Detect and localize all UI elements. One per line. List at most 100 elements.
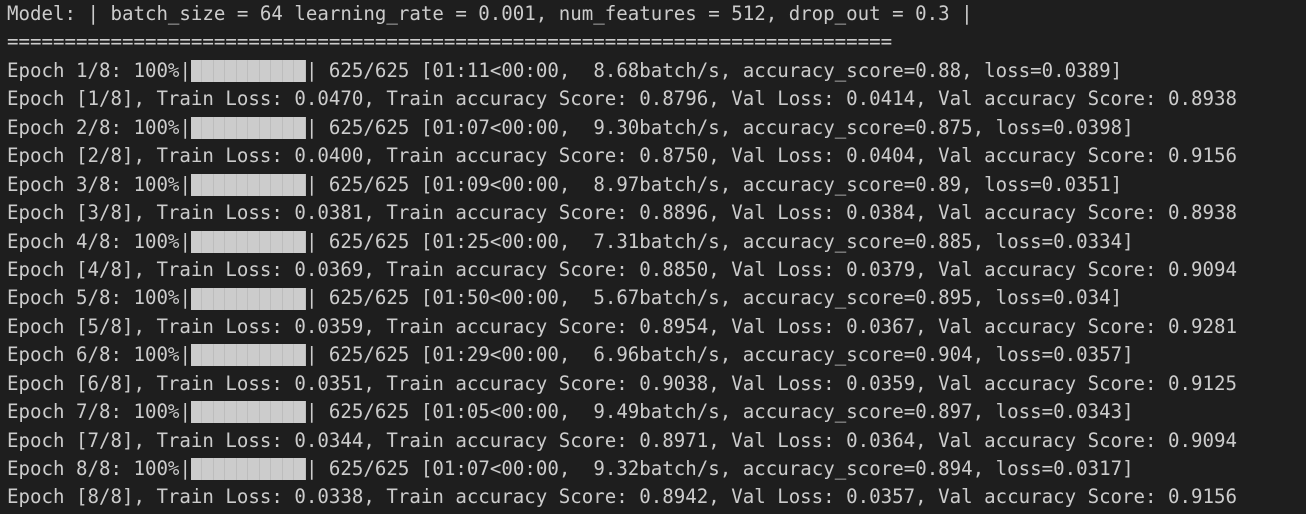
progress-bar [190, 116, 306, 139]
epoch-summary-text: Epoch [7/8], Train Loss: 0.0344, Train a… [7, 428, 1238, 452]
progress-bar-segment [259, 60, 272, 83]
progress-bar-segment [259, 458, 272, 481]
epoch-summary-line: Epoch [1/8], Train Loss: 0.0470, Train a… [7, 85, 1306, 113]
model-config-text: Model: | batch_size = 64 learning_rate =… [7, 2, 973, 25]
progress-bar-segment [259, 401, 272, 424]
progress-bar-segment [271, 287, 283, 310]
progress-bar-segment [225, 287, 237, 310]
progress-bar [190, 230, 306, 253]
epoch-progress-label: Epoch 1/8: 100% [7, 58, 180, 82]
epoch-summary-line: Epoch [8/8], Train Loss: 0.0338, Train a… [7, 483, 1306, 511]
progress-bar-segment [236, 173, 249, 196]
progress-bar-segment [294, 230, 306, 253]
epoch-progress-stats: | 625/625 [01:25<00:00, 7.31batch/s, acc… [305, 229, 1134, 253]
progress-bar-segment [225, 116, 237, 139]
progress-bar-segment [213, 344, 226, 367]
progress-bar-segment [248, 287, 260, 310]
progress-bar-segment [225, 458, 237, 481]
epoch-progress-label: Epoch 7/8: 100% [7, 400, 180, 424]
epoch-progress-stats: | 625/625 [01:09<00:00, 8.97batch/s, acc… [305, 172, 1123, 196]
progress-bar-segment [202, 230, 214, 253]
progress-bar-segment [248, 173, 260, 196]
progress-bar-segment [271, 173, 283, 196]
epoch-progress-line: Epoch 2/8: 100% | | 625/625 [01:07<00:00, … [7, 114, 1306, 142]
separator-text: ========================================… [7, 30, 893, 54]
epoch-progress-label: Epoch 3/8: 100% [7, 172, 180, 196]
epoch-progress-label: Epoch 5/8: 100% [7, 286, 180, 310]
epoch-summary-text: Epoch [6/8], Train Loss: 0.0351, Train a… [7, 371, 1238, 395]
progress-bar-segment [259, 230, 272, 253]
progress-bar-segment [202, 344, 214, 367]
epoch-summary-line: Epoch [7/8], Train Loss: 0.0344, Train a… [7, 427, 1306, 455]
progress-bar-segment [248, 230, 260, 253]
progress-bar [190, 458, 306, 481]
epoch-progress-label: Epoch 6/8: 100% [7, 343, 180, 367]
epoch-progress-stats: | 625/625 [01:50<00:00, 5.67batch/s, acc… [305, 286, 1123, 310]
epoch-progress-label: Epoch 2/8: 100% [7, 115, 180, 139]
progress-bar-segment [213, 173, 226, 196]
epoch-progress-line: Epoch 4/8: 100% | | 625/625 [01:25<00:00, … [7, 228, 1306, 256]
progress-bar-segment [248, 458, 260, 481]
progress-bar-segment [190, 60, 203, 83]
epoch-progress-stats: | 625/625 [01:07<00:00, 9.32batch/s, acc… [305, 457, 1134, 480]
progress-bar [190, 344, 306, 367]
progress-bar-segment [294, 173, 306, 196]
progress-bar-segment [259, 344, 272, 367]
progress-bar-segment [282, 230, 295, 253]
progress-bar-segment [259, 173, 272, 196]
epoch-progress-line: Epoch 8/8: 100% | | 625/625 [01:07<00:00, … [7, 455, 1306, 483]
progress-bar-segment [259, 116, 272, 139]
progress-bar-segment [225, 230, 237, 253]
progress-bar-segment [213, 401, 226, 424]
progress-bar-segment [202, 401, 214, 424]
progress-bar-segment [236, 116, 249, 139]
separator-line: ========================================… [7, 28, 1306, 56]
progress-bar-segment [248, 344, 260, 367]
progress-bar-segment [213, 458, 226, 481]
epoch-progress-line: Epoch 1/8: 100% | | 625/625 [01:11<00:00, … [7, 57, 1306, 85]
progress-bar-segment [225, 60, 237, 83]
progress-bar-segment [202, 458, 214, 481]
progress-bar-segment [282, 287, 295, 310]
progress-bar-segment [190, 173, 203, 196]
progress-bar [190, 401, 306, 424]
epoch-progress-line: Epoch 6/8: 100% | | 625/625 [01:29<00:00, … [7, 341, 1306, 369]
progress-bar-segment [271, 230, 283, 253]
progress-bar-segment [202, 60, 214, 83]
terminal-output: Model: | batch_size = 64 learning_rate =… [0, 0, 1306, 512]
progress-bar-segment [190, 287, 203, 310]
epoch-summary-text: Epoch [1/8], Train Loss: 0.0470, Train a… [7, 87, 1238, 111]
progress-bar-segment [190, 116, 203, 139]
progress-bar-segment [236, 344, 249, 367]
progress-bar [190, 60, 306, 83]
progress-bar [190, 287, 306, 310]
progress-bar-segment [282, 60, 295, 83]
epoch-summary-text: Epoch [4/8], Train Loss: 0.0369, Train a… [7, 257, 1238, 281]
epoch-summary-line: Epoch [3/8], Train Loss: 0.0381, Train a… [7, 199, 1306, 227]
progress-bar-segment [248, 401, 260, 424]
epoch-summary-text: Epoch [8/8], Train Loss: 0.0338, Train a… [7, 485, 1238, 509]
epoch-summary-line: Epoch [4/8], Train Loss: 0.0369, Train a… [7, 256, 1306, 284]
epoch-progress-stats: | 625/625 [01:05<00:00, 9.49batch/s, acc… [305, 400, 1134, 424]
progress-bar-segment [294, 116, 306, 139]
epoch-summary-line: Epoch [5/8], Train Loss: 0.0359, Train a… [7, 313, 1306, 341]
progress-bar-segment [271, 401, 283, 424]
progress-bar-segment [282, 173, 295, 196]
progress-bar-segment [294, 344, 306, 367]
progress-bar-segment [190, 230, 203, 253]
progress-bar-segment [282, 116, 295, 139]
epoch-progress-line: Epoch 3/8: 100% | | 625/625 [01:09<00:00, … [7, 171, 1306, 199]
epoch-summary-text: Epoch [3/8], Train Loss: 0.0381, Train a… [7, 201, 1238, 225]
progress-bar-segment [282, 344, 295, 367]
progress-bar-segment [236, 458, 249, 481]
epoch-progress-stats: | 625/625 [01:11<00:00, 8.68batch/s, acc… [305, 58, 1123, 82]
progress-bar-segment [202, 287, 214, 310]
progress-bar-segment [190, 401, 203, 424]
progress-bar-segment [271, 344, 283, 367]
progress-bar [190, 173, 306, 196]
epoch-summary-line: Epoch [2/8], Train Loss: 0.0400, Train a… [7, 142, 1306, 170]
progress-bar-segment [225, 401, 237, 424]
progress-bar-segment [248, 60, 260, 83]
progress-bar-segment [236, 287, 249, 310]
progress-bar-segment [294, 458, 306, 481]
